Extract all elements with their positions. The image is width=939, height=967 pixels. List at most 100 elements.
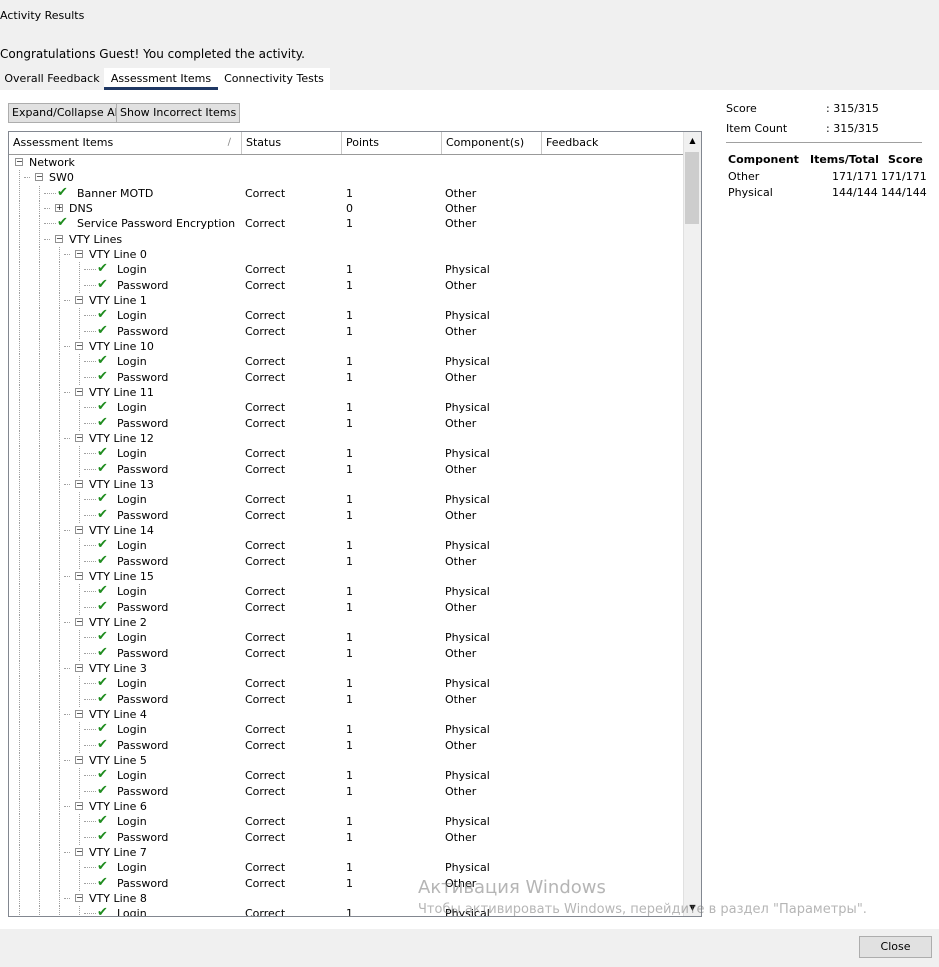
table-row[interactable]: ✔ Password Correct 1 Other: [9, 278, 685, 293]
collapse-icon[interactable]: −: [35, 173, 43, 181]
table-row[interactable]: − VTY Lines: [9, 232, 685, 247]
table-row[interactable]: ✔ Login Correct 1 Physical: [9, 860, 685, 875]
table-row[interactable]: ✔ Password Correct 1 Other: [9, 554, 685, 569]
tree-guide-line: [79, 784, 80, 799]
table-row[interactable]: − Network: [9, 155, 685, 170]
table-row[interactable]: − VTY Line 0: [9, 247, 685, 262]
collapse-icon[interactable]: −: [75, 250, 83, 258]
table-row[interactable]: ✔ Login Correct 1 Physical: [9, 722, 685, 737]
table-row[interactable]: − VTY Line 11: [9, 385, 685, 400]
vertical-scrollbar[interactable]: ▲ ▼: [683, 132, 701, 916]
tab-overall-feedback[interactable]: Overall Feedback: [0, 68, 104, 90]
collapse-icon[interactable]: −: [75, 710, 83, 718]
scrollbar-thumb[interactable]: [685, 152, 699, 224]
tree-guide-line: [79, 554, 80, 569]
table-row[interactable]: ✔ Password Correct 1 Other: [9, 462, 685, 477]
table-row[interactable]: ✔ Login Correct 1 Physical: [9, 262, 685, 277]
table-row[interactable]: − VTY Line 7: [9, 845, 685, 860]
table-row[interactable]: − VTY Line 1: [9, 293, 685, 308]
column-header-components[interactable]: Component(s): [442, 132, 542, 154]
collapse-icon[interactable]: −: [75, 296, 83, 304]
assessment-items-tree-table[interactable]: Assessment Items ∕ Status Points Componen…: [8, 131, 702, 917]
collapse-icon[interactable]: −: [75, 572, 83, 580]
table-row[interactable]: ✔ Password Correct 1 Other: [9, 692, 685, 707]
tree-guide-line: [19, 538, 20, 553]
collapse-icon[interactable]: −: [75, 802, 83, 810]
tree-guide-line: [39, 293, 40, 308]
check-icon: ✔: [97, 721, 108, 736]
summary-score: 171/171: [881, 170, 927, 183]
table-row[interactable]: ✔ Service Password Encryption Correct 1 Othe…: [9, 216, 685, 231]
table-row[interactable]: − VTY Line 15: [9, 569, 685, 584]
table-row[interactable]: ✔ Password Correct 1 Other: [9, 370, 685, 385]
score-summary-panel: Score : 315/315 Item Count : 315/315 Com…: [726, 101, 927, 211]
table-row[interactable]: ✔ Password Correct 1 Other: [9, 738, 685, 753]
tree-guide-line: [19, 523, 20, 538]
table-row[interactable]: ✔ Password Correct 1 Other: [9, 600, 685, 615]
collapse-icon[interactable]: −: [75, 756, 83, 764]
table-row[interactable]: − VTY Line 10: [9, 339, 685, 354]
table-row[interactable]: ✔ Login Correct 1 Physical: [9, 538, 685, 553]
column-header-assessment-items[interactable]: Assessment Items ∕: [9, 132, 242, 154]
table-header: Assessment Items ∕ Status Points Componen…: [9, 132, 685, 155]
collapse-icon[interactable]: −: [75, 342, 83, 350]
table-row[interactable]: − VTY Line 12: [9, 431, 685, 446]
column-header-feedback[interactable]: Feedback: [542, 132, 685, 154]
status-cell: Correct: [245, 217, 286, 230]
table-row[interactable]: − VTY Line 2: [9, 615, 685, 630]
tree-guide-line: [39, 707, 40, 722]
collapse-icon[interactable]: −: [15, 158, 23, 166]
table-row[interactable]: ✔ Login Correct 1 Physical: [9, 584, 685, 599]
table-row[interactable]: − VTY Line 5: [9, 753, 685, 768]
collapse-icon[interactable]: −: [75, 848, 83, 856]
table-row[interactable]: ✔ Password Correct 1 Other: [9, 784, 685, 799]
table-row[interactable]: + DNS 0 Other: [9, 201, 685, 216]
table-row[interactable]: ✔ Password Correct 1 Other: [9, 646, 685, 661]
collapse-icon[interactable]: −: [75, 664, 83, 672]
collapse-icon[interactable]: −: [75, 480, 83, 488]
collapse-icon[interactable]: −: [75, 618, 83, 626]
table-row[interactable]: ✔ Password Correct 1 Other: [9, 324, 685, 339]
check-icon: ✔: [97, 737, 108, 752]
table-row[interactable]: ✔ Password Correct 1 Other: [9, 508, 685, 523]
table-row[interactable]: ✔ Banner MOTD Correct 1 Other: [9, 186, 685, 201]
collapse-icon[interactable]: −: [75, 388, 83, 396]
tab-connectivity-tests[interactable]: Connectivity Tests: [218, 68, 330, 90]
show-incorrect-items-button[interactable]: Show Incorrect Items: [116, 103, 241, 123]
expand-collapse-all-button[interactable]: Expand/Collapse All: [8, 103, 125, 123]
table-row[interactable]: − VTY Line 13: [9, 477, 685, 492]
expand-icon[interactable]: +: [55, 204, 63, 212]
tree-connector: [44, 239, 50, 240]
collapse-icon[interactable]: −: [75, 434, 83, 442]
status-cell: Correct: [245, 187, 286, 200]
close-button[interactable]: Close: [859, 936, 932, 958]
table-row[interactable]: − SW0: [9, 170, 685, 185]
table-row[interactable]: − VTY Line 14: [9, 523, 685, 538]
scroll-up-arrow-icon[interactable]: ▲: [684, 132, 701, 149]
table-row[interactable]: ✔ Login Correct 1 Physical: [9, 400, 685, 415]
table-row[interactable]: ✔ Login Correct 1 Physical: [9, 308, 685, 323]
collapse-icon[interactable]: −: [75, 894, 83, 902]
collapse-icon[interactable]: −: [75, 526, 83, 534]
column-header-points[interactable]: Points: [342, 132, 442, 154]
table-row[interactable]: ✔ Login Correct 1 Physical: [9, 814, 685, 829]
collapse-icon[interactable]: −: [55, 235, 63, 243]
tab-assessment-items[interactable]: Assessment Items: [104, 68, 218, 90]
table-row[interactable]: ✔ Login Correct 1 Physical: [9, 354, 685, 369]
tree-guide-line: [39, 431, 40, 446]
table-row[interactable]: ✔ Login Correct 1 Physical: [9, 446, 685, 461]
component-cell: Other: [445, 601, 477, 614]
table-row[interactable]: − VTY Line 3: [9, 661, 685, 676]
table-row[interactable]: ✔ Login Correct 1 Physical: [9, 492, 685, 507]
table-row[interactable]: − VTY Line 4: [9, 707, 685, 722]
status-cell: Correct: [245, 555, 286, 568]
table-row[interactable]: ✔ Login Correct 1 Physical: [9, 630, 685, 645]
table-row[interactable]: ✔ Login Correct 1 Physical: [9, 768, 685, 783]
table-row[interactable]: ✔ Login Correct 1 Physical: [9, 676, 685, 691]
table-row[interactable]: ✔ Password Correct 1 Other: [9, 830, 685, 845]
tree-guide-line: [59, 615, 60, 630]
table-row[interactable]: − VTY Line 6: [9, 799, 685, 814]
column-header-status[interactable]: Status: [242, 132, 342, 154]
item-label: Password: [117, 555, 169, 568]
table-row[interactable]: ✔ Password Correct 1 Other: [9, 416, 685, 431]
